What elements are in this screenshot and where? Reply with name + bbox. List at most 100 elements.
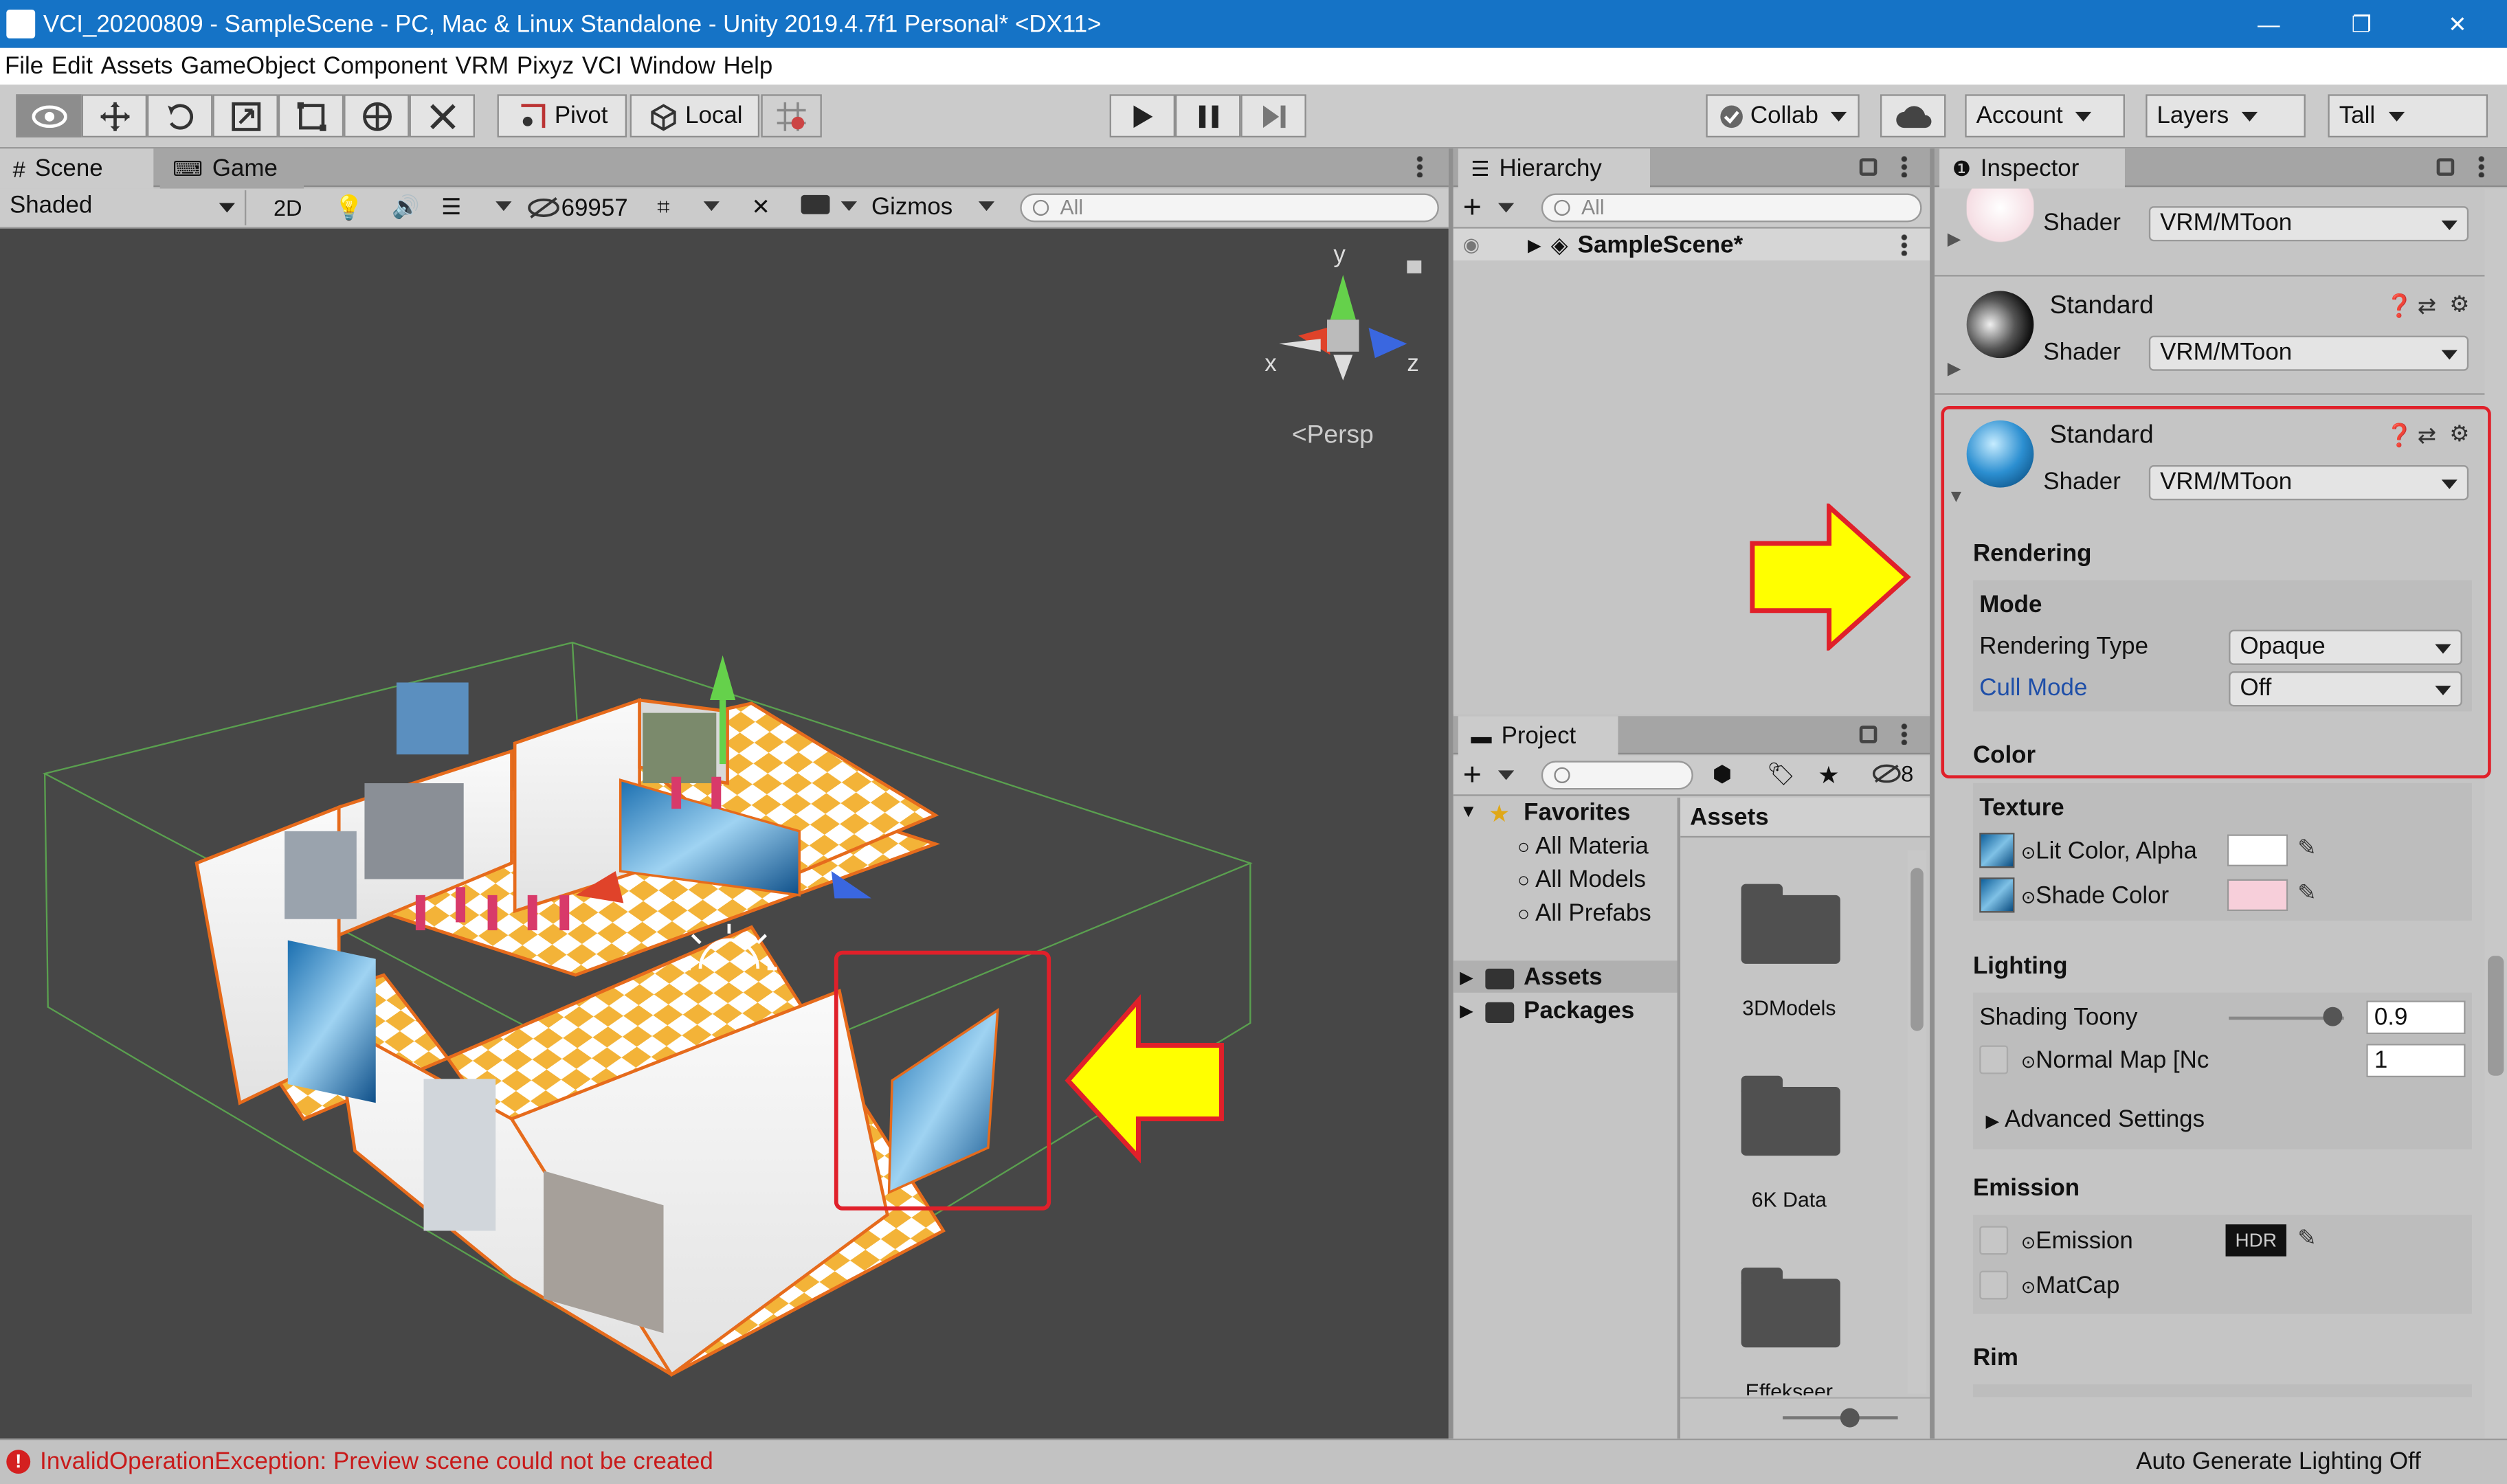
scene-row-menu-icon[interactable] <box>1901 233 1908 256</box>
tab-game[interactable]: ⌨ Game <box>159 148 304 189</box>
inspector-scrollbar-thumb[interactable] <box>2488 956 2504 1076</box>
rotate-tool-button[interactable] <box>147 94 213 138</box>
packages-expand-icon[interactable]: ▶ <box>1460 1000 1473 1022</box>
account-dropdown[interactable]: Account <box>1965 94 2125 138</box>
scale-tool-button[interactable] <box>212 94 278 138</box>
shading-mode-dropdown[interactable]: Shaded <box>0 190 247 226</box>
project-search-input[interactable] <box>1541 761 1693 790</box>
play-button[interactable] <box>1109 94 1175 138</box>
advanced-settings-foldout[interactable]: ▶ Advanced Settings <box>1986 1106 2205 1134</box>
inspector-menu-icon[interactable] <box>2478 155 2485 178</box>
material-1-foldout-icon[interactable]: ▶ <box>1948 229 1961 249</box>
effects-toggle-icon[interactable]: ☰ <box>441 194 461 221</box>
camera-icon[interactable] <box>801 194 830 214</box>
material-2-preset-icon[interactable]: ⇄ <box>2418 293 2436 320</box>
object-picker-icon[interactable]: ⊙ <box>2021 1279 2036 1298</box>
material-2-help-icon[interactable]: ❓ <box>2385 293 2414 320</box>
hierarchy-search-input[interactable]: All <box>1541 193 1922 223</box>
auto-lighting-status[interactable]: Auto Generate Lighting Off <box>2136 1448 2421 1476</box>
material-2-shader-dropdown[interactable]: VRM/MToon <box>2148 335 2469 371</box>
folder-3dmodels-label[interactable]: 3DModels <box>1680 996 1897 1020</box>
favorites-expand-icon[interactable]: ▼ <box>1460 802 1477 822</box>
scene-search-input[interactable]: All <box>1020 193 1439 223</box>
menu-vrm[interactable]: VRM <box>456 53 509 80</box>
tree-packages-label[interactable]: Packages <box>1524 998 1634 1025</box>
fav-item-models[interactable]: ○ All Models <box>1517 866 1646 894</box>
grid-toggle-icon[interactable]: ⌗ <box>657 194 669 221</box>
audio-toggle-icon[interactable]: 🔊 <box>392 194 420 221</box>
shading-toony-slider-thumb[interactable] <box>2322 1007 2342 1026</box>
menu-help[interactable]: Help <box>723 53 772 80</box>
console-error-message[interactable]: InvalidOperationException: Preview scene… <box>40 1448 713 1476</box>
lit-color-eyedropper-icon[interactable]: ✎ <box>2297 834 2316 862</box>
shade-color-swatch[interactable] <box>2227 879 2288 912</box>
project-breadcrumb[interactable]: Assets <box>1690 804 1768 831</box>
scene-menu-icon[interactable] <box>1416 155 1423 178</box>
material-2-foldout-icon[interactable]: ▶ <box>1948 358 1961 379</box>
material-1-shader-dropdown[interactable]: VRM/MToon <box>2148 206 2469 242</box>
gizmos-dropdown-icon[interactable] <box>978 201 995 212</box>
view-tool-button[interactable] <box>16 94 82 138</box>
camera-dropdown-icon[interactable] <box>840 201 858 212</box>
folder-effekseer-icon[interactable] <box>1741 1267 1840 1348</box>
filter-label-icon[interactable]: 🏷 <box>1767 761 1795 788</box>
lighting-toggle-icon[interactable]: 💡 <box>334 194 364 223</box>
folder-6kdata-label[interactable]: 6K Data <box>1680 1188 1897 1212</box>
lit-color-texture-slot[interactable] <box>1979 833 2015 868</box>
folder-6kdata-icon[interactable] <box>1741 1075 1840 1156</box>
menu-window[interactable]: Window <box>630 53 715 80</box>
cloud-button[interactable] <box>1880 94 1946 138</box>
project-add-dropdown-icon[interactable] <box>1497 770 1515 780</box>
lit-color-swatch[interactable] <box>2227 834 2288 866</box>
hierarchy-add-button[interactable]: + <box>1463 190 1482 227</box>
gizmos-button[interactable]: Gizmos <box>871 192 952 224</box>
normal-map-scale-input[interactable]: 1 <box>2366 1044 2466 1078</box>
folder-effekseer-label[interactable]: Effekseer <box>1680 1380 1897 1395</box>
assets-scrollbar-thumb[interactable] <box>1910 868 1924 1031</box>
scene-viewport[interactable]: y x z <Persp <box>0 228 1449 1439</box>
hierarchy-add-dropdown-icon[interactable] <box>1497 203 1515 213</box>
panel-divider-2[interactable] <box>1930 148 1935 1439</box>
menu-vci[interactable]: VCI <box>582 53 622 80</box>
favorite-star-icon[interactable]: ★ <box>1818 761 1839 790</box>
layout-dropdown[interactable]: Tall <box>2328 94 2488 138</box>
hierarchy-lock-icon[interactable] <box>1859 158 1878 176</box>
object-picker-icon[interactable]: ⊙ <box>2021 844 2036 863</box>
favorites-label[interactable]: Favorites <box>1524 799 1630 827</box>
emission-eyedropper-icon[interactable]: ✎ <box>2297 1224 2316 1252</box>
minimize-button[interactable]: — <box>2232 0 2306 48</box>
fav-item-prefabs[interactable]: ○ All Prefabs <box>1517 900 1651 928</box>
matcap-texture-slot[interactable] <box>1979 1270 2009 1300</box>
rect-tool-button[interactable] <box>278 94 344 138</box>
shading-toony-input[interactable]: 0.9 <box>2366 1000 2466 1035</box>
layers-dropdown[interactable]: Layers <box>2146 94 2306 138</box>
object-picker-icon[interactable]: ⊙ <box>2021 1234 2036 1253</box>
inspector-lock-icon[interactable] <box>2436 158 2455 176</box>
tab-scene[interactable]: # Scene <box>0 148 154 189</box>
folder-3dmodels-icon[interactable] <box>1741 884 1840 964</box>
menu-pixyz[interactable]: Pixyz <box>517 53 574 80</box>
pause-button[interactable] <box>1175 94 1241 138</box>
material-2-gear-icon[interactable]: ⚙ <box>2449 291 2469 318</box>
project-lock-icon[interactable] <box>1859 726 1878 743</box>
snap-grid-button[interactable] <box>761 94 822 138</box>
close-button[interactable]: ✕ <box>2420 0 2494 48</box>
shade-color-texture-slot[interactable] <box>1979 877 2015 913</box>
emission-texture-slot[interactable] <box>1979 1226 2009 1255</box>
scene-tools-icon[interactable]: ✕ <box>751 194 770 221</box>
fav-item-materials[interactable]: ○ All Materia <box>1517 833 1649 860</box>
custom-tool-button[interactable] <box>409 94 475 138</box>
object-picker-icon[interactable]: ⊙ <box>2021 889 2036 908</box>
tab-inspector[interactable]: ❶ Inspector <box>1939 148 2125 189</box>
project-menu-icon[interactable] <box>1901 722 1908 745</box>
gizmo-lock-icon[interactable] <box>1407 260 1422 273</box>
menu-assets[interactable]: Assets <box>101 53 173 80</box>
tab-project[interactable]: ▬ Project <box>1458 716 1618 756</box>
menu-gameobject[interactable]: GameObject <box>181 53 315 80</box>
panel-divider[interactable] <box>1448 148 1453 1439</box>
grid-dropdown-icon[interactable] <box>703 201 720 212</box>
maximize-button[interactable]: ❐ <box>2325 0 2398 48</box>
inspector-scrollbar[interactable] <box>2484 188 2507 1439</box>
visibility-eye-icon[interactable]: ◉ <box>1463 234 1480 256</box>
hierarchy-menu-icon[interactable] <box>1901 155 1908 178</box>
